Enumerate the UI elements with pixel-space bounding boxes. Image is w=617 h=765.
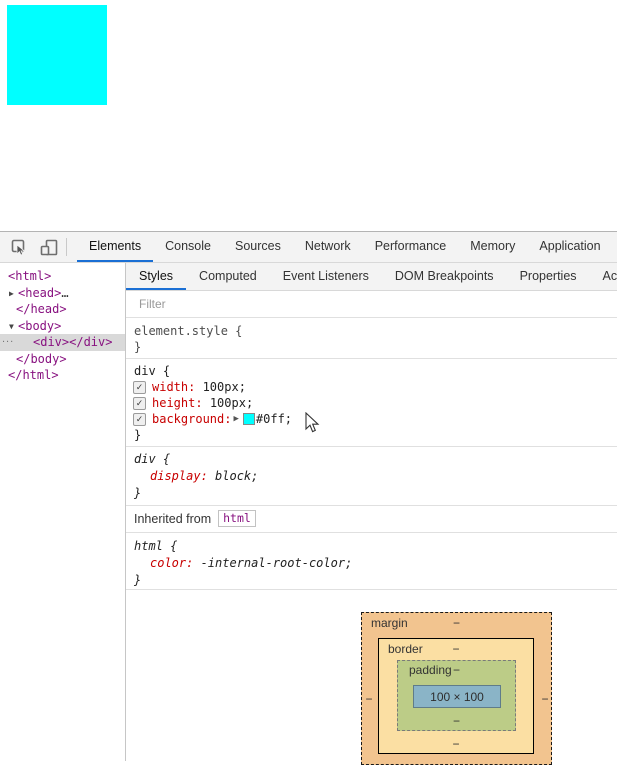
margin-left-value[interactable]: − <box>364 693 374 705</box>
border-top-value[interactable]: − <box>379 642 533 656</box>
inspect-element-icon[interactable] <box>8 236 30 258</box>
element-style-rule[interactable]: element.style { } <box>126 318 617 359</box>
margin-right-value[interactable]: − <box>540 693 550 705</box>
tab-computed[interactable]: Computed <box>186 263 270 290</box>
padding-top-value[interactable]: − <box>398 663 515 677</box>
filter-placeholder: Filter <box>139 297 166 311</box>
node-menu-dots-icon[interactable]: ... <box>2 331 14 348</box>
page-cyan-div <box>7 5 107 105</box>
tab-sources[interactable]: Sources <box>223 232 293 262</box>
property-checkbox-checked-icon[interactable]: ✓ <box>133 380 146 394</box>
tab-accessibility[interactable]: Accessibility <box>590 263 617 290</box>
css-property-display[interactable]: display: block; <box>126 468 617 485</box>
rule-close-brace: } <box>134 428 142 442</box>
tab-properties[interactable]: Properties <box>507 263 590 290</box>
devtools-toolbar: Elements Console Sources Network Perform… <box>0 232 617 263</box>
css-property-width[interactable]: ✓ width: 100px; <box>126 379 617 395</box>
div-style-rule[interactable]: div { ✓ width: 100px; ✓ height: 100px; ✓… <box>126 359 617 447</box>
dom-node-body[interactable]: ▼ <body> <box>0 318 125 335</box>
box-model-margin[interactable]: margin − − − − − − − border − − <box>361 612 552 765</box>
rule-selector[interactable]: div { <box>126 363 617 379</box>
tab-event-listeners[interactable]: Event Listeners <box>270 263 382 290</box>
rule-selector[interactable]: element.style { <box>126 323 617 339</box>
browser-window: Elements Console Sources Network Perform… <box>0 0 617 765</box>
css-property-background[interactable]: ✓ background: ▶ #0ff; <box>126 411 617 427</box>
dom-tree-panel: <html> ▶ <head>… </head> ▼ <body> ... <div>… <box>0 263 125 761</box>
inherited-tag-link[interactable]: html <box>218 510 256 527</box>
tab-memory[interactable]: Memory <box>458 232 527 262</box>
dom-node-html-open[interactable]: <html> <box>0 268 125 285</box>
rule-close-brace: } <box>134 340 142 354</box>
rule-close-brace: } <box>134 573 142 587</box>
content-size-value: 100 × 100 <box>430 689 484 704</box>
margin-top-value[interactable]: − <box>362 616 551 630</box>
box-model-section: margin − − − − − − − border − − <box>126 590 617 765</box>
dom-node-head-close[interactable]: </head> <box>0 301 125 318</box>
div-user-agent-rule[interactable]: div { display: block; } <box>126 447 617 506</box>
padding-bottom-value[interactable]: − <box>398 714 515 728</box>
dom-node-html-close[interactable]: </html> <box>0 367 125 384</box>
tab-dom-breakpoints[interactable]: DOM Breakpoints <box>382 263 507 290</box>
styles-filter-input[interactable]: Filter <box>126 291 617 318</box>
devtools-tabs: Elements Console Sources Network Perform… <box>77 232 613 262</box>
box-model-border[interactable]: border − − padding − − 100 × 100 <box>378 638 534 754</box>
property-checkbox-checked-icon[interactable]: ✓ <box>133 412 146 426</box>
tab-application[interactable]: Application <box>527 232 612 262</box>
styles-sidebar: Styles Computed Event Listeners DOM Brea… <box>125 263 617 765</box>
inherited-from-label: Inherited from <box>134 511 212 526</box>
dom-node-head[interactable]: ▶ <head>… <box>0 285 125 302</box>
chevron-right-icon[interactable]: ▶ <box>9 286 18 303</box>
toolbar-icons <box>0 232 64 262</box>
tab-styles[interactable]: Styles <box>126 263 187 290</box>
device-toolbar-icon[interactable] <box>38 236 60 258</box>
tab-console[interactable]: Console <box>153 232 223 262</box>
color-swatch[interactable] <box>242 413 255 425</box>
html-inherited-rule[interactable]: html { color: -internal-root-color; } <box>126 533 617 590</box>
rule-close-brace: } <box>134 486 142 500</box>
rule-selector[interactable]: div { <box>126 451 617 468</box>
css-property-color[interactable]: color: -internal-root-color; <box>126 555 617 572</box>
box-model-content[interactable]: 100 × 100 <box>413 685 501 708</box>
devtools-panel: Elements Console Sources Network Perform… <box>0 231 617 765</box>
collapsed-content-ellipsis[interactable]: … <box>61 286 68 300</box>
tab-elements[interactable]: Elements <box>77 232 154 262</box>
property-checkbox-checked-icon[interactable]: ✓ <box>133 396 146 410</box>
dom-node-body-close[interactable]: </body> <box>0 351 125 368</box>
box-model-padding[interactable]: padding − − 100 × 100 <box>397 660 516 731</box>
toolbar-divider <box>66 238 67 256</box>
dom-node-div-selected[interactable]: ... <div></div> <box>0 331 125 351</box>
border-bottom-value[interactable]: − <box>379 737 533 751</box>
css-property-height[interactable]: ✓ height: 100px; <box>126 395 617 411</box>
inherited-from-section: Inherited from html <box>126 506 617 533</box>
tab-performance[interactable]: Performance <box>363 232 459 262</box>
tab-network[interactable]: Network <box>293 232 363 262</box>
expand-longhand-icon[interactable]: ▶ <box>233 411 238 427</box>
sidebar-tabs: Styles Computed Event Listeners DOM Brea… <box>126 263 617 291</box>
rule-selector[interactable]: html { <box>126 538 617 555</box>
